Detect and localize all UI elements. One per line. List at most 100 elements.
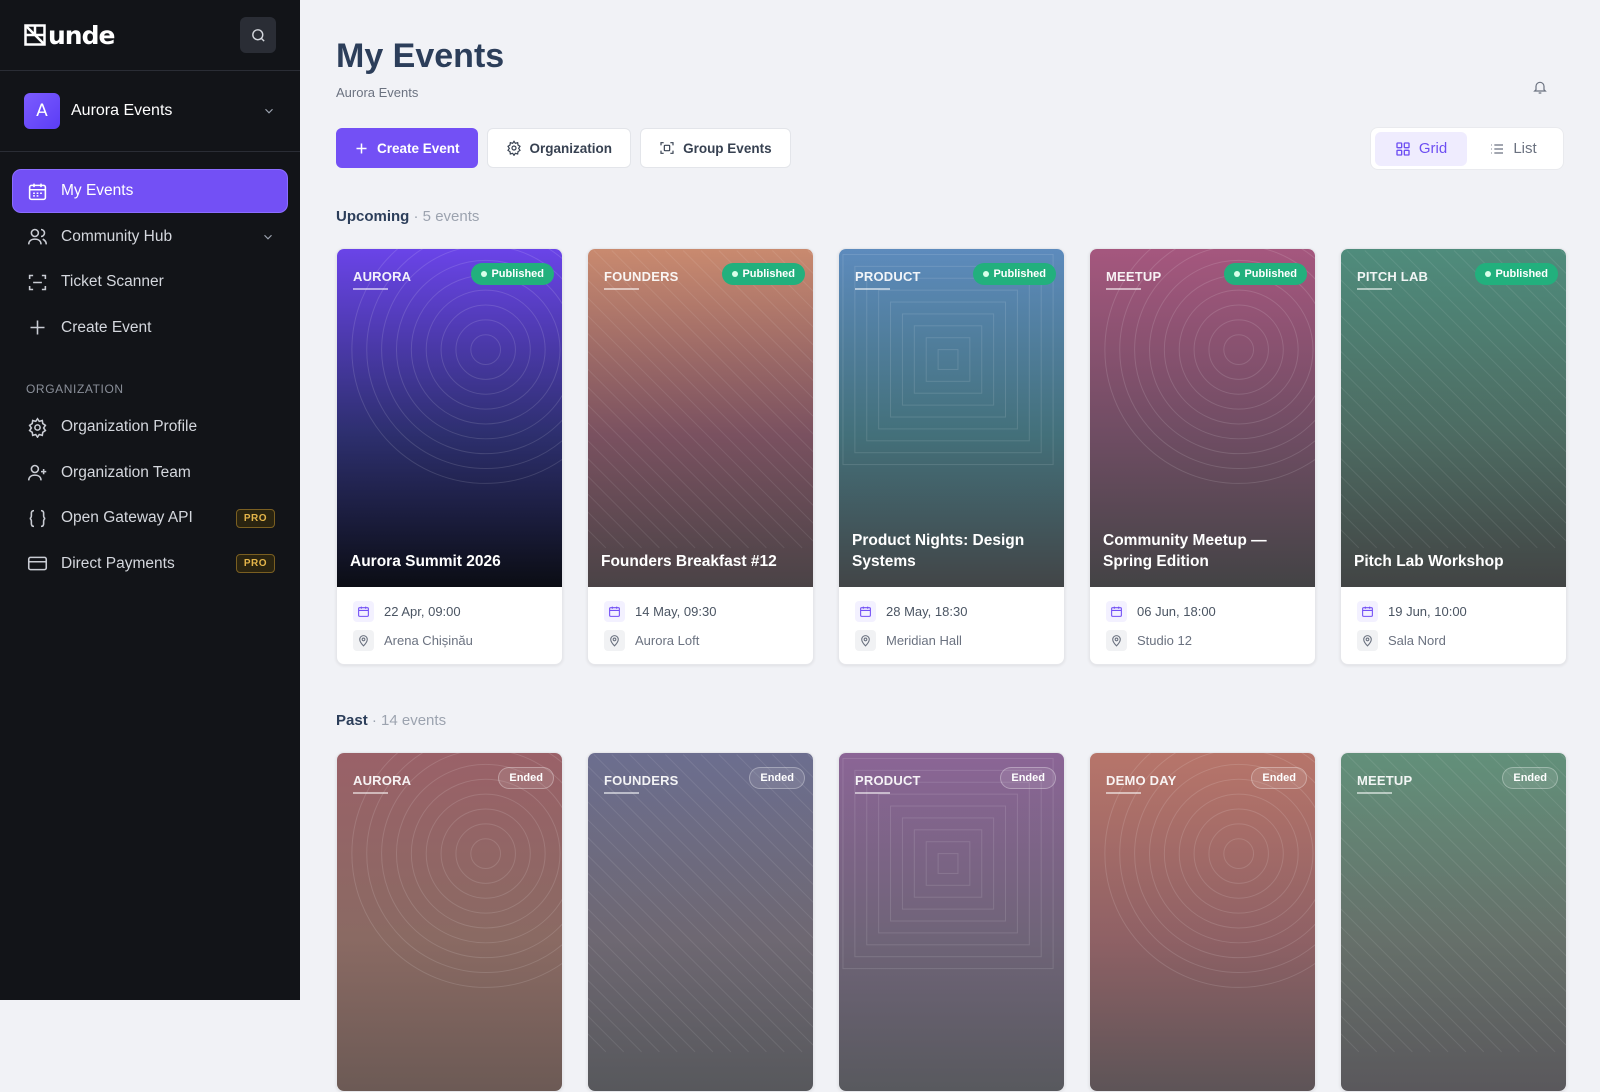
cover-pattern	[351, 249, 562, 484]
event-card[interactable]: AURORA Ended	[336, 752, 563, 1092]
users-icon	[25, 225, 49, 249]
status-badge: Ended	[1251, 767, 1307, 789]
nav-my-events[interactable]: My Events	[13, 170, 287, 212]
pro-badge: PRO	[235, 554, 275, 573]
group-icon	[660, 142, 674, 154]
event-card[interactable]: FOUNDERS Published Founders Breakfast #12 …	[587, 248, 814, 665]
event-category: FOUNDERS	[604, 269, 679, 284]
view-toggle: Grid List	[1370, 127, 1564, 170]
nav-label: Open Gateway API	[61, 509, 193, 526]
event-venue: Meridian Hall	[886, 633, 962, 648]
organization-button[interactable]: Organization	[486, 128, 632, 168]
category-underline	[1357, 288, 1392, 290]
category-underline	[855, 792, 890, 794]
pro-badge: PRO	[235, 508, 275, 528]
event-card[interactable]: AURORA Published Aurora Summit 2026 22 Apr…	[336, 248, 563, 665]
nav-org-profile[interactable]: Organization Profile	[13, 406, 287, 448]
org-switcher[interactable]: A Aurora Events	[0, 71, 300, 152]
event-cover: PITCH LAB Published Pitch Lab Workshop	[1341, 249, 1566, 587]
nav-create-event[interactable]: Create Event	[13, 307, 287, 349]
event-category: AURORA	[353, 773, 412, 788]
event-card[interactable]: MEETUP Published Community Meetup — Spring…	[1089, 248, 1316, 665]
nav-label: Organization Profile	[61, 418, 198, 435]
nav-label: Organization Team	[61, 463, 191, 481]
event-date-row: 22 Apr, 09:00	[353, 601, 546, 622]
event-meta: 28 May, 18:30 Meridian Hall	[839, 587, 1064, 664]
category-underline	[353, 288, 388, 290]
event-card[interactable]: PRODUCT Ended	[838, 752, 1065, 1092]
category-underline	[1357, 792, 1392, 794]
event-date-row: 19 Jun, 10:00	[1357, 601, 1550, 622]
event-venue: Aurora Loft	[635, 633, 700, 648]
event-card[interactable]: FOUNDERS Ended	[587, 752, 814, 1092]
event-cover: MEETUP Ended	[1341, 753, 1566, 1091]
event-venue-row: Arena Chișinău	[353, 630, 546, 651]
nav-org-team[interactable]: Organization Team	[13, 452, 287, 494]
org-avatar: A	[24, 93, 60, 129]
cover-pattern	[1104, 753, 1315, 988]
cover-pattern	[1341, 754, 1566, 1053]
past-heading: Past · 14 events	[336, 712, 446, 729]
event-date: 19 Jun, 10:00	[1388, 604, 1467, 619]
braces-icon	[25, 506, 49, 530]
cover-pattern	[842, 757, 1054, 970]
logo-text: unde	[48, 20, 115, 50]
event-card[interactable]: MEETUP Ended	[1340, 752, 1567, 1092]
logo[interactable]: unde	[24, 20, 115, 50]
upcoming-heading: Upcoming · 5 events	[336, 208, 479, 225]
event-category: PITCH LAB	[1357, 269, 1429, 284]
event-cover: PRODUCT Published Product Nights: Design S…	[839, 249, 1064, 587]
category-underline	[1106, 288, 1141, 290]
event-card[interactable]: PITCH LAB Published Pitch Lab Workshop 19 …	[1340, 248, 1567, 665]
create-event-button[interactable]: Create Event	[336, 128, 478, 168]
gear-icon	[25, 415, 49, 439]
category-underline	[855, 288, 890, 290]
nav-section-title: ORGANIZATION	[26, 382, 124, 396]
event-card[interactable]: PRODUCT Published Product Nights: Design S…	[838, 248, 1065, 665]
event-venue: Arena Chișinău	[384, 633, 473, 648]
sidebar: unde A Aurora Events My Events Community…	[0, 0, 300, 1000]
event-card[interactable]: DEMO DAY Ended	[1089, 752, 1316, 1092]
grid-view-button[interactable]: Grid	[1375, 131, 1467, 166]
event-category: PRODUCT	[855, 773, 921, 788]
group-events-button[interactable]: Group Events	[640, 128, 791, 168]
status-badge: Published	[1475, 263, 1558, 285]
category-underline	[604, 792, 639, 794]
page-title: My Events	[336, 37, 505, 75]
plus-icon	[356, 143, 367, 153]
category-underline	[353, 792, 388, 794]
list-view-button[interactable]: List	[1467, 132, 1559, 166]
event-venue: Studio 12	[1137, 633, 1192, 648]
event-date-row: 14 May, 09:30	[604, 601, 797, 622]
event-title: Product Nights: Design Systems	[852, 532, 1025, 570]
scan-icon	[25, 270, 49, 294]
nav-direct-payments[interactable]: Direct Payments PRO	[13, 543, 287, 585]
nav-open-gateway-api[interactable]: Open Gateway API PRO	[13, 497, 287, 539]
event-venue-row: Sala Nord	[1357, 630, 1550, 651]
nav-label: Direct Payments	[61, 554, 175, 572]
search-button[interactable]	[240, 17, 276, 53]
event-date: 22 Apr, 09:00	[384, 604, 461, 619]
event-date: 14 May, 09:30	[635, 604, 717, 619]
event-cover: DEMO DAY Ended	[1090, 753, 1315, 1091]
event-category: FOUNDERS	[604, 773, 679, 788]
event-meta: 19 Jun, 10:00 Sala Nord	[1341, 587, 1566, 664]
event-venue-row: Studio 12	[1106, 630, 1299, 651]
location-icon	[353, 630, 374, 651]
logo-mark-icon	[24, 24, 46, 46]
search-icon	[251, 28, 265, 42]
status-badge: Published	[471, 263, 554, 285]
status-badge: Ended	[1502, 767, 1558, 789]
nav-ticket-scanner[interactable]: Ticket Scanner	[13, 261, 287, 303]
nav-community-hub[interactable]: Community Hub	[13, 216, 287, 258]
chevron-down-icon[interactable]	[261, 230, 275, 244]
upcoming-label: Upcoming	[336, 208, 410, 225]
event-date-row: 28 May, 18:30	[855, 601, 1048, 622]
past-grid: AURORA Ended FOUNDERS Ended PRODUCT Ended DEMO…	[336, 752, 1567, 1092]
nav-label: Create Event	[61, 318, 152, 336]
user-plus-icon	[25, 461, 49, 485]
location-icon	[855, 630, 876, 651]
event-meta: 06 Jun, 18:00 Studio 12	[1090, 587, 1315, 664]
notifications-button[interactable]	[1532, 79, 1548, 100]
past-count: · 14 events	[371, 712, 447, 729]
